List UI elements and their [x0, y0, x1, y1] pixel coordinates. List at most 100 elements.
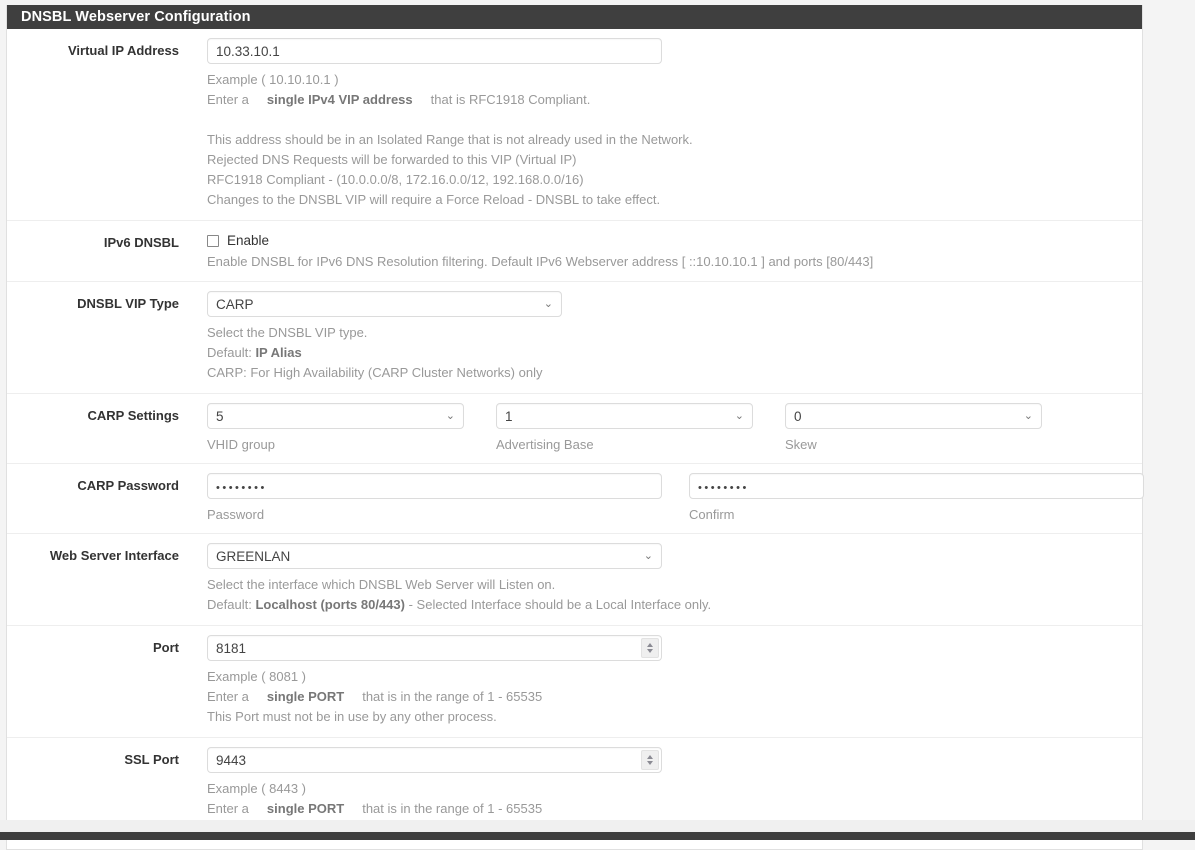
carp-vhid-group-value: 5 — [216, 409, 224, 424]
help-default-pre: Default: — [207, 597, 252, 612]
carp-password-confirm-sublabel: Confirm — [689, 507, 735, 522]
carp-password-column: •••••••• Password — [207, 473, 662, 523]
content-carp-password: •••••••• Password •••••••• Confirm — [179, 464, 1144, 533]
dnsbl-webserver-configuration-panel: DNSBL Webserver Configuration Virtual IP… — [6, 5, 1144, 850]
port-input[interactable]: 8181 — [207, 635, 662, 661]
virtual-ip-address-input[interactable]: 10.33.10.1 — [207, 38, 662, 64]
port-stepper[interactable] — [641, 638, 659, 658]
spinner-up-icon[interactable] — [647, 643, 653, 647]
web-server-interface-select[interactable]: GREENLAN ⌄ — [207, 543, 662, 569]
content-ipv6-dnsbl: Enable Enable DNSBL for IPv6 DNS Resolut… — [179, 221, 1142, 281]
label-carp-password: CARP Password — [77, 478, 179, 493]
carp-password-columns: •••••••• Password •••••••• Confirm — [207, 473, 1144, 523]
ssl-port-input[interactable]: 9443 — [207, 747, 662, 773]
help-enter-bold: single PORT — [266, 689, 345, 704]
content-dnsbl-vip-type: CARP ⌄ Select the DNSBL VIP type. Defaul… — [179, 282, 1142, 393]
chevron-down-icon: ⌄ — [1023, 410, 1033, 422]
content-carp-settings: 5 ⌄ VHID group 1 ⌄ Advertising Base 0 ⌄ … — [179, 394, 1142, 463]
row-port: Port 8181 Example ( 8081 ) Enter a single… — [7, 626, 1142, 738]
ssl-port-stepper[interactable] — [641, 750, 659, 770]
carp-password-confirm-value: •••••••• — [698, 482, 749, 494]
carp-skew-column: 0 ⌄ Skew — [785, 403, 1042, 453]
dnsbl-vip-type-value: CARP — [216, 297, 254, 312]
web-server-interface-value: GREENLAN — [216, 549, 291, 564]
spinner-up-icon[interactable] — [647, 755, 653, 759]
carp-skew-value: 0 — [794, 409, 802, 424]
dnsbl-vip-type-help: Select the DNSBL VIP type. Default: IP A… — [207, 323, 1142, 383]
help-line-3: RFC1918 Compliant - (10.0.0.0/8, 172.16.… — [207, 172, 584, 187]
carp-advertising-base-select[interactable]: 1 ⌄ — [496, 403, 753, 429]
help-default-line: Default: Localhost (ports 80/443) - Sele… — [207, 595, 1142, 615]
chevron-down-icon: ⌄ — [445, 410, 455, 422]
carp-password-confirm-input[interactable]: •••••••• — [689, 473, 1144, 499]
ipv6-enable-checkbox[interactable] — [207, 235, 219, 247]
port-help: Example ( 8081 ) Enter a single PORT that … — [207, 667, 1142, 727]
carp-password-confirm-column: •••••••• Confirm — [689, 473, 1144, 523]
label-port: Port — [153, 640, 179, 655]
carp-skew-sublabel: Skew — [785, 437, 817, 452]
help-enter-pre: Enter a — [207, 689, 249, 704]
carp-vhid-group-column: 5 ⌄ VHID group — [207, 403, 464, 453]
carp-vhid-group-sublabel: VHID group — [207, 437, 275, 452]
chevron-down-icon: ⌄ — [643, 550, 653, 562]
label-virtual-ip-address: Virtual IP Address — [67, 43, 179, 58]
help-line-1: Select the DNSBL VIP type. — [207, 325, 368, 340]
footer-gap — [0, 820, 1195, 832]
help-line-4: Changes to the DNSBL VIP will require a … — [207, 192, 661, 207]
help-default-post: - Selected Interface should be a Local I… — [408, 597, 712, 612]
help-default-bold: Localhost (ports 80/443) — [255, 597, 405, 612]
help-enter-pre: Enter a — [207, 92, 249, 107]
spinner-down-icon[interactable] — [647, 649, 653, 653]
carp-advertising-base-value: 1 — [505, 409, 513, 424]
web-server-interface-help: Select the interface which DNSBL Web Ser… — [207, 575, 1142, 615]
help-example: Example ( 8443 ) — [207, 781, 306, 796]
help-enter-bold: single IPv4 VIP address — [266, 92, 413, 107]
help-default-line: Default: IP Alias — [207, 343, 1142, 363]
help-default-bold: IP Alias — [255, 345, 302, 360]
help-enter-line: Enter a single PORT that is in the range o… — [207, 687, 1142, 707]
footer-bar — [0, 832, 1195, 840]
ipv6-enable-checkbox-row[interactable]: Enable — [207, 234, 1142, 248]
help-example: Example ( 10.10.10.1 ) — [207, 72, 339, 87]
carp-skew-select[interactable]: 0 ⌄ — [785, 403, 1042, 429]
label-web-server-interface: Web Server Interface — [49, 548, 179, 563]
help-example: Example ( 8081 ) — [207, 669, 306, 684]
help-enter-post: that is in the range of 1 - 65535 — [362, 801, 543, 816]
content-port: 8181 Example ( 8081 ) Enter a single PORT… — [179, 626, 1142, 737]
help-enter-post: that is RFC1918 Compliant. — [430, 92, 591, 107]
help-enter-line: Enter a single PORT that is in the range o… — [207, 799, 1142, 819]
ipv6-dnsbl-help: Enable DNSBL for IPv6 DNS Resolution fil… — [207, 254, 874, 269]
help-enter-post: that is in the range of 1 - 65535 — [362, 689, 543, 704]
page-root: DNSBL Webserver Configuration Virtual IP… — [0, 0, 1195, 850]
help-enter-pre: Enter a — [207, 801, 249, 816]
carp-advertising-base-column: 1 ⌄ Advertising Base — [496, 403, 753, 453]
label-carp-settings: CARP Settings — [87, 408, 180, 423]
help-default-pre: Default: — [207, 345, 252, 360]
ssl-port-value: 9443 — [216, 753, 247, 768]
panel-title: DNSBL Webserver Configuration — [7, 5, 1142, 29]
label-ipv6-dnsbl: IPv6 DNSBL — [103, 235, 179, 250]
help-line-1: This address should be in an Isolated Ra… — [207, 132, 693, 147]
row-dnsbl-vip-type: DNSBL VIP Type CARP ⌄ Select the DNSBL V… — [7, 282, 1142, 394]
label-dnsbl-vip-type: DNSBL VIP Type — [77, 296, 179, 311]
help-enter-bold: single PORT — [266, 801, 345, 816]
panel-body: Virtual IP Address 10.33.10.1 Example ( … — [7, 29, 1144, 849]
row-carp-settings: CARP Settings 5 ⌄ VHID group 1 ⌄ Adverti… — [7, 394, 1142, 464]
row-ipv6-dnsbl: IPv6 DNSBL Enable Enable DNSBL for IPv6 … — [7, 221, 1142, 282]
help-spacer — [207, 110, 1142, 130]
carp-vhid-group-select[interactable]: 5 ⌄ — [207, 403, 464, 429]
carp-settings-columns: 5 ⌄ VHID group 1 ⌄ Advertising Base 0 ⌄ … — [207, 403, 1142, 453]
help-line-2: Rejected DNS Requests will be forwarded … — [207, 152, 577, 167]
row-carp-password: CARP Password •••••••• Password ••••••••… — [7, 464, 1144, 534]
spinner-down-icon[interactable] — [647, 761, 653, 765]
help-line-3: CARP: For High Availability (CARP Cluste… — [207, 365, 543, 380]
port-value: 8181 — [216, 641, 247, 656]
help-line-3: This Port must not be in use by any othe… — [207, 709, 497, 724]
row-virtual-ip-address: Virtual IP Address 10.33.10.1 Example ( … — [7, 29, 1142, 221]
carp-password-input[interactable]: •••••••• — [207, 473, 662, 499]
dnsbl-vip-type-select[interactable]: CARP ⌄ — [207, 291, 562, 317]
carp-password-sublabel: Password — [207, 507, 265, 522]
carp-password-value: •••••••• — [216, 482, 267, 494]
virtual-ip-address-help: Example ( 10.10.10.1 ) Enter a single IPv… — [207, 70, 1142, 210]
content-virtual-ip-address: 10.33.10.1 Example ( 10.10.10.1 ) Enter … — [179, 29, 1142, 220]
